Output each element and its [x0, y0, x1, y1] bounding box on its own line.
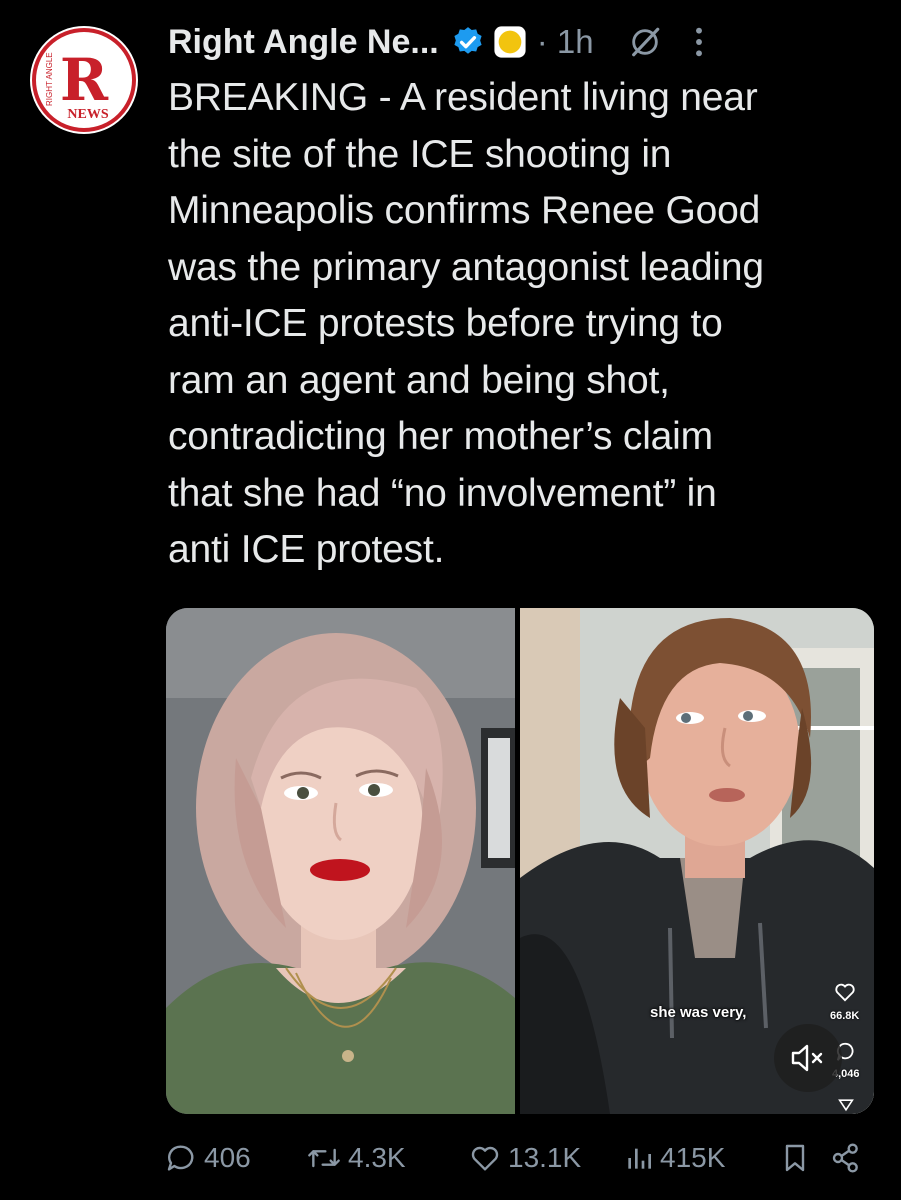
tweet-line: contradicting her mother’s claim [168, 415, 713, 458]
tweet-line: ram an agent and being shot, [168, 358, 670, 402]
share-overlay-icon [838, 1099, 854, 1112]
verified-badge-icon[interactable] [451, 25, 485, 59]
bookmark-icon [785, 1144, 805, 1172]
grok-icon[interactable] [628, 25, 662, 59]
tweet-line: Minneapolis confirms Renee Good [168, 189, 761, 232]
right-angle-news-logo: R RIGHT ANGLE NEWS [32, 28, 136, 132]
bookmark-button[interactable] [780, 1136, 816, 1180]
tweet-line: anti-ICE protests before trying to [168, 302, 723, 345]
tweet-header: Right Angle Ne... · 1h [168, 14, 878, 70]
video-divider [515, 608, 520, 1114]
avatar-side-text: RIGHT ANGLE [45, 52, 54, 106]
video-left-panel [166, 608, 515, 1114]
tweet-line: the site of the ICE shooting in [168, 132, 672, 176]
repost-button[interactable]: 4.3K [306, 1136, 406, 1180]
action-bar: 406 4.3K 13.1K 415K [164, 1136, 876, 1180]
reply-button[interactable]: 406 [164, 1136, 251, 1180]
mute-button[interactable] [774, 1024, 842, 1092]
tweet-text: BREAKING - A resident living near the si… [168, 70, 868, 579]
heart-overlay-icon [835, 983, 855, 1002]
heart-icon [471, 1146, 499, 1171]
more-options-icon[interactable] [684, 25, 714, 59]
analytics-icon [628, 1148, 651, 1169]
like-button[interactable]: 13.1K [468, 1136, 581, 1180]
avatar-news-text: NEWS [67, 107, 108, 122]
woman-portrait-image [166, 608, 515, 1114]
post-time[interactable]: · 1h [537, 23, 594, 61]
media-video[interactable]: she was very, 66.8K 4,046 [166, 608, 874, 1114]
affiliate-badge-icon[interactable] [493, 25, 527, 59]
overlay-like-count: 66.8K [830, 1010, 860, 1022]
muted-speaker-icon [791, 1044, 823, 1072]
tweet-line: was the primary antagonist leading [168, 245, 764, 289]
repost-count: 4.3K [348, 1142, 406, 1173]
reply-count: 406 [204, 1142, 251, 1173]
tweet-line: that she had “no involvement” in [168, 471, 717, 515]
view-count: 415K [660, 1142, 726, 1173]
views-button[interactable]: 415K [624, 1136, 725, 1180]
reply-icon [167, 1145, 194, 1171]
author-name[interactable]: Right Angle Ne... [168, 23, 439, 62]
share-button[interactable] [830, 1136, 868, 1180]
repost-icon [308, 1148, 340, 1168]
author-avatar[interactable]: R RIGHT ANGLE NEWS [30, 26, 138, 134]
tweet-line: BREAKING - A resident living near [168, 76, 758, 119]
avatar-letter: R [60, 46, 109, 114]
tweet-line: anti ICE protest. [168, 528, 445, 571]
video-caption: she was very, [650, 1004, 747, 1021]
share-icon [832, 1143, 858, 1173]
like-count: 13.1K [508, 1142, 582, 1173]
